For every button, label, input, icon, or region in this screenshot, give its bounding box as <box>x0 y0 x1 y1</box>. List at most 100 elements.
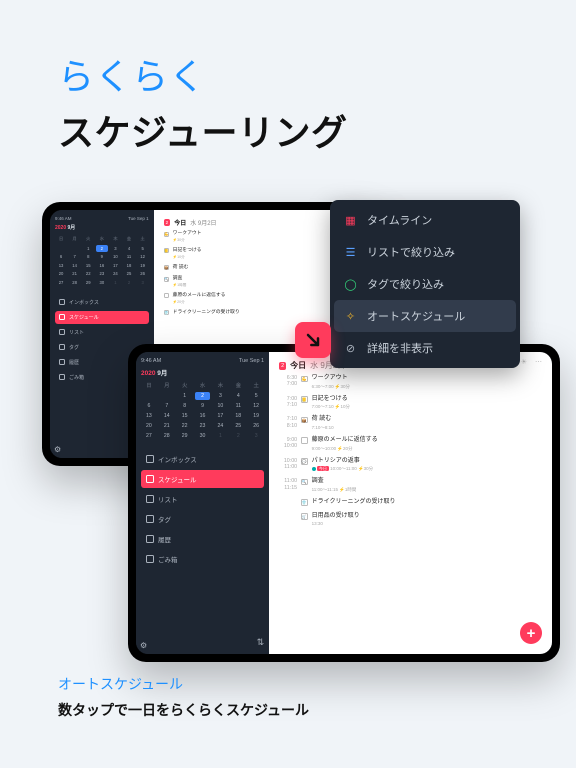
nav-tag[interactable]: タグ <box>141 510 264 528</box>
sun-icon[interactable]: ☀ <box>521 358 527 366</box>
popup-auto-label: オートスケジュール <box>367 308 465 324</box>
cal-month: 9月 <box>157 370 167 377</box>
trash-icon <box>59 374 65 380</box>
status-time: 9:46 AM <box>141 358 161 364</box>
popup-filter-tag[interactable]: ◯ タグで絞り込み <box>334 268 516 300</box>
task-row[interactable]: 10:0011:00 💬 パトリシアの返事 今日 10:00〜11:00 ⚡30分 <box>279 458 542 473</box>
task-meta: 6:30〜7:00 ⚡30分 <box>312 384 350 390</box>
today-title: 今日 <box>290 360 306 371</box>
calendar-grid-front[interactable]: 日月火水木金土123456789101112131415161718192021… <box>141 381 264 440</box>
task-checkbox[interactable]: 💪 <box>164 232 169 237</box>
task-meta: ⚡30分 <box>173 238 202 243</box>
cal-year: 2020 <box>141 370 155 377</box>
task-title: パトリシアの返事 今日 10:00〜11:00 ⚡30分 <box>312 458 374 473</box>
task-checkbox[interactable]: 👕 <box>164 310 169 315</box>
schedule-icon <box>146 475 154 483</box>
footer-title: オートスケジュール <box>58 674 309 694</box>
arrow-down-right-icon <box>303 330 323 350</box>
task-row[interactable]: 👕 ドライクリーニングの受け取り <box>279 499 542 507</box>
task-checkbox[interactable]: 💪 <box>301 376 308 383</box>
task-title: ドライクリーニングの受け取り <box>173 310 240 316</box>
today-badge: 2 <box>279 362 286 370</box>
task-title: ワークアウト⚡30分 <box>173 231 202 243</box>
task-checkbox[interactable] <box>164 293 169 298</box>
task-checkbox[interactable]: 📒 <box>164 248 169 253</box>
task-checkbox[interactable]: 📦 <box>164 265 169 270</box>
hero-title-line2: スケジューリング <box>58 104 347 156</box>
task-checkbox[interactable]: 🔍 <box>301 479 308 486</box>
task-checkbox[interactable]: 👕 <box>301 499 308 506</box>
more-icon[interactable]: ⋯ <box>535 358 542 366</box>
trash-icon <box>146 555 154 563</box>
tag-icon: ◯ <box>344 278 357 291</box>
settings-icon[interactable]: ⚙ <box>140 641 147 650</box>
task-checkbox[interactable]: 🛒 <box>301 513 308 520</box>
nav-schedule[interactable]: スケジュール <box>141 470 264 488</box>
task-checkbox[interactable]: 📒 <box>301 396 308 403</box>
list-icon: ☰ <box>344 246 357 259</box>
task-row[interactable]: 7:007:10📒日記をつける7:00〜7:10 ⚡10分 <box>279 396 542 411</box>
task-checkbox[interactable]: 🔍 <box>164 277 169 282</box>
nav-trash[interactable]: ごみ箱 <box>141 550 264 568</box>
task-row[interactable]: 7:108:10 📦 荷 読む7:10〜8:10 <box>279 416 542 431</box>
filter-icon[interactable]: ⇅ <box>257 637 265 648</box>
task-title: 日記をつける7:00〜7:10 ⚡10分 <box>312 396 350 411</box>
task-meta: 7:10〜8:10 <box>312 425 334 431</box>
popup-filter-tag-label: タグで絞り込み <box>367 276 444 292</box>
eye-off-icon: ⊘ <box>344 342 357 355</box>
task-checkbox[interactable] <box>301 437 308 444</box>
popup-auto-schedule[interactable]: ✧ オートスケジュール <box>334 300 516 332</box>
status-date: Tue Sep 1 <box>128 216 149 221</box>
nav-list[interactable]: リスト <box>55 326 149 339</box>
task-title: 荷 読む <box>173 265 189 271</box>
calendar-grid-back[interactable]: 日月火水木金土123456789101112131415161718192021… <box>55 235 149 286</box>
task-time: 9:0010:00 <box>279 437 297 450</box>
task-checkbox[interactable]: 📦 <box>301 417 308 424</box>
popup-timeline[interactable]: ▦ タイムライン <box>334 204 516 236</box>
nav-list[interactable]: リスト <box>141 490 264 508</box>
popup-hide-detail[interactable]: ⊘ 詳細を非表示 <box>334 332 516 364</box>
popup-hide-label: 詳細を非表示 <box>367 340 433 356</box>
hero-title-line1: らくらく <box>58 48 347 100</box>
cal-month: 9月 <box>68 225 76 231</box>
task-meta: ⚡1時間 <box>173 283 187 288</box>
task-time: 7:108:10 <box>279 416 297 429</box>
tag-nav-icon <box>146 515 154 523</box>
tablet-after: 9:46 AM Tue Sep 1 2020 9月 日月火水木金土1234567… <box>128 344 560 662</box>
task-title: 荷 読む7:10〜8:10 <box>312 416 334 431</box>
task-time: 6:307:00 <box>279 375 297 388</box>
task-meta: 7:00〜7:10 ⚡10分 <box>312 404 350 410</box>
today-date: 水 9月2日 <box>190 218 216 227</box>
popup-timeline-label: タイムライン <box>367 212 432 228</box>
task-meta: ⚡10分 <box>173 255 202 260</box>
task-row[interactable]: 6:307:00💪ワークアウト6:30〜7:00 ⚡30分 <box>279 375 542 390</box>
nav-history[interactable]: 履歴 <box>141 530 264 548</box>
transition-arrow-button <box>295 322 331 358</box>
task-row[interactable]: 🛒 日用品の受け取り13:30 <box>279 513 542 528</box>
task-meta: 9:00〜10:00 ⚡20分 <box>312 446 378 452</box>
nav-schedule[interactable]: スケジュール <box>55 311 149 324</box>
today-title: 今日 <box>174 218 186 227</box>
task-row[interactable]: 9:0010:00 藤原のメールに返信する9:00〜10:00 ⚡20分 <box>279 437 542 452</box>
settings-icon[interactable]: ⚙ <box>54 445 61 454</box>
task-checkbox[interactable]: 💬 <box>301 458 308 465</box>
task-meta: 13:30 <box>312 521 360 527</box>
popup-filter-list[interactable]: ☰ リストで絞り込み <box>334 236 516 268</box>
nav-inbox[interactable]: インボックス <box>55 296 149 309</box>
history-icon <box>146 535 154 543</box>
add-task-button[interactable]: + <box>520 622 542 644</box>
task-time: 10:0011:00 <box>279 458 297 471</box>
task-title: 調査⚡1時間 <box>173 276 187 288</box>
task-row[interactable]: 11:0011:15🔍調査11:00〜11:15 ⚡1時間 <box>279 478 542 493</box>
task-title: 藤原のメールに返信する⚡20分 <box>173 293 226 305</box>
inbox-icon <box>146 455 154 463</box>
cal-year: 2020 <box>55 225 66 231</box>
task-meta: ⚡20分 <box>173 300 226 305</box>
task-title: 調査11:00〜11:15 ⚡1時間 <box>312 478 357 493</box>
task-title: ドライクリーニングの受け取り <box>312 499 396 507</box>
task-title: 日記をつける⚡10分 <box>173 248 202 260</box>
task-title: 藤原のメールに返信する9:00〜10:00 ⚡20分 <box>312 437 378 452</box>
inbox-icon <box>59 299 65 305</box>
nav-inbox[interactable]: インボックス <box>141 450 264 468</box>
task-title: 日用品の受け取り13:30 <box>312 513 360 528</box>
